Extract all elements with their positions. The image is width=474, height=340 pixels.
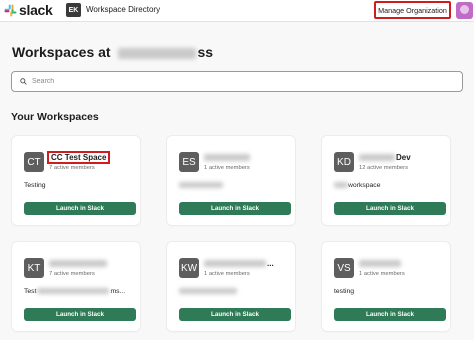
workspace-name[interactable]: Dev <box>359 153 411 162</box>
workspace-card: VS 1 active members testing Launch in Sl… <box>322 242 450 331</box>
workspace-members: 7 active members <box>49 271 95 277</box>
search-field[interactable] <box>11 71 463 92</box>
workspace-icon: VS <box>334 258 354 278</box>
your-workspaces-heading: Your Workspaces <box>11 111 99 123</box>
directory-badge: EK <box>66 3 81 17</box>
slack-logo[interactable]: slack <box>4 2 53 18</box>
workspace-name[interactable] <box>49 259 107 268</box>
workspace-card: KD Dev 12 active members workspace Launc… <box>322 136 450 225</box>
page-title-prefix: Workspaces at <box>12 44 111 60</box>
workspace-members: 1 active members <box>359 271 405 277</box>
redacted-text <box>37 288 110 295</box>
workspace-description <box>179 288 237 295</box>
redacted-text <box>179 182 223 189</box>
workspace-description-suffix: workspace <box>348 182 381 189</box>
workspace-card: KW ... 1 active members Launch in Slack <box>167 242 295 331</box>
workspace-members: 1 active members <box>204 271 250 277</box>
redacted-text <box>359 260 401 268</box>
workspace-members: 7 active members <box>49 165 95 171</box>
launch-in-slack-button[interactable]: Launch in Slack <box>24 202 136 215</box>
search-input[interactable] <box>32 78 432 85</box>
workspace-icon: KT <box>24 258 44 278</box>
top-bar: slack EK Workspace Directory Manage Orga… <box>0 0 474 22</box>
workspace-description: testing <box>334 288 355 295</box>
workspace-card: CT CC Test Space 7 active members Testin… <box>12 136 140 225</box>
slack-logo-icon <box>4 4 17 16</box>
workspace-icon: CT <box>24 152 44 172</box>
workspace-card: ES 1 active members Launch in Slack <box>167 136 295 225</box>
workspace-name[interactable]: CC Test Space <box>47 151 111 164</box>
workspace-name[interactable] <box>359 259 401 268</box>
launch-in-slack-button[interactable]: Launch in Slack <box>334 308 446 321</box>
redacted-text <box>359 154 395 162</box>
redacted-text <box>49 260 107 268</box>
redacted-text <box>179 288 237 295</box>
redacted-text <box>334 182 348 189</box>
page-title-suffix: ss <box>197 44 214 60</box>
workspace-icon: KD <box>334 152 354 172</box>
redacted-org-name <box>118 47 197 59</box>
workspace-description <box>179 182 223 189</box>
workspace-members: 12 active members <box>359 165 408 171</box>
workspace-icon: ES <box>179 152 199 172</box>
workspace-card: KT 7 active members Test ms... Launch in … <box>12 242 140 331</box>
redacted-text <box>204 154 250 162</box>
workspace-name[interactable]: ... <box>204 259 274 268</box>
launch-in-slack-button[interactable]: Launch in Slack <box>24 308 136 321</box>
workspace-name[interactable] <box>204 153 250 162</box>
workspace-name-suffix: ... <box>267 259 274 268</box>
redacted-text <box>204 260 266 268</box>
workspace-description-suffix: ms... <box>110 288 126 295</box>
workspace-description-prefix: Test <box>24 288 37 295</box>
workspace-name-suffix: Dev <box>396 153 411 162</box>
workspace-description: workspace <box>334 182 381 189</box>
workspace-members: 1 active members <box>204 165 250 171</box>
page-title: Workspaces at ss <box>12 44 213 60</box>
workspace-description: Test ms... <box>24 288 125 295</box>
search-icon <box>20 78 27 85</box>
workspace-description: Testing <box>24 182 46 189</box>
launch-in-slack-button[interactable]: Launch in Slack <box>179 308 291 321</box>
manage-organization-button[interactable]: Manage Organization <box>374 1 451 19</box>
workspace-icon: KW <box>179 258 199 278</box>
launch-in-slack-button[interactable]: Launch in Slack <box>179 202 291 215</box>
user-avatar[interactable] <box>456 2 473 19</box>
directory-label: Workspace Directory <box>86 5 161 14</box>
launch-in-slack-button[interactable]: Launch in Slack <box>334 202 446 215</box>
slack-logo-text: slack <box>19 2 53 18</box>
